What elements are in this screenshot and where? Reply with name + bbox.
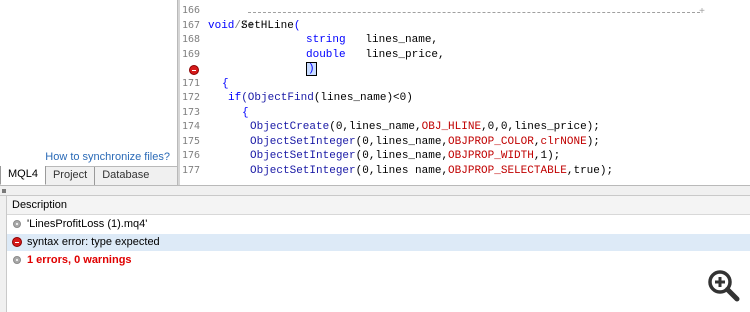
zoom-in-icon[interactable] (706, 268, 740, 302)
code-line-175: ObjectSetInteger(0,lines_name,OBJPROP_CO… (250, 135, 600, 150)
panel-grip[interactable] (0, 196, 7, 312)
keyword-if: if (228, 92, 242, 104)
constant: OBJPROP_COLOR (448, 135, 534, 148)
code-line-170: ) (306, 62, 317, 77)
row-text: syntax error: type expected (27, 236, 160, 248)
code-line-167: void SetHLine( (208, 19, 300, 34)
line-number: 174 (182, 121, 201, 132)
open-brace: { (222, 77, 229, 90)
error-marker-icon[interactable] (189, 65, 199, 75)
code-line-177: ObjectSetInteger(0,lines name,OBJPROP_SE… (250, 164, 613, 179)
line-number: 172 (182, 92, 201, 103)
error-list-row[interactable]: 'LinesProfitLoss (1).mq4' (7, 216, 750, 233)
code-text: ,true); (566, 164, 614, 177)
row-text: 1 errors, 0 warnings (27, 254, 132, 266)
row-text: 'LinesProfitLoss (1).mq4' (27, 218, 148, 230)
error-list-row[interactable]: 1 errors, 0 warnings (7, 252, 750, 269)
navigator-panel: How to synchronize files? MQL4 Project D… (0, 0, 177, 185)
code-text: ,0,0,lines_price); (481, 121, 600, 133)
code-text: (0,lines_name, (355, 135, 449, 148)
info-dot-icon (13, 256, 21, 264)
param-name: lines_price, (345, 48, 445, 61)
error-stop-icon (12, 237, 22, 247)
code-text: (0,lines_name, (329, 121, 422, 133)
description-column-header[interactable]: Description (7, 196, 750, 215)
function-call: ObjectCreate (250, 121, 330, 133)
line-number: 176 (182, 150, 201, 161)
type-double: double (306, 48, 346, 61)
horizontal-splitter[interactable] (0, 185, 750, 196)
errors-panel: Description 'LinesProfitLoss (1).mq4' sy… (0, 196, 750, 312)
constant: OBJPROP_SELECTABLE (448, 164, 567, 177)
code-line-173: { (242, 106, 249, 121)
code-line-172: if(ObjectFind(lines_name)<0) (228, 91, 413, 106)
function-call: ObjectSetInteger (250, 150, 356, 162)
comment-separator-end: + (699, 7, 706, 18)
type-string: string (306, 34, 346, 46)
tab-project[interactable]: Project (46, 167, 96, 185)
line-number-gutter: 166 167 168 169 171 172 173 174 175 176 … (180, 0, 208, 185)
code-line-169: double lines_price, (306, 48, 445, 63)
function-name: SetHLine (234, 19, 294, 32)
param-name: lines_name, (345, 34, 439, 46)
code-text: ); (586, 135, 600, 148)
line-number: 168 (182, 34, 201, 45)
line-number: 173 (182, 106, 201, 118)
open-brace: { (242, 106, 249, 119)
tab-database[interactable]: Database (95, 167, 156, 185)
line-number: 169 (182, 48, 201, 60)
splitter-grip-icon (2, 189, 6, 193)
code-line-171: { (222, 77, 229, 92)
function-call: ObjectSetInteger (250, 135, 356, 148)
constant: OBJ_HLINE (421, 121, 482, 133)
open-paren: ( (293, 19, 301, 32)
line-number: 171 (182, 77, 201, 89)
close-paren: ) (306, 62, 317, 76)
code-line-174: ObjectCreate(0,lines_name,OBJ_HLINE,0,0,… (250, 120, 600, 135)
info-dot-icon (13, 220, 21, 228)
line-number: 177 (182, 164, 201, 176)
constant: clrNONE (540, 135, 587, 148)
line-number: 175 (182, 135, 201, 147)
navigator-tabs: MQL4 Project Database (0, 166, 177, 185)
function-call: ObjectSetInteger (250, 164, 356, 177)
code-line-176: ObjectSetInteger(0,lines_name,OBJPROP_WI… (250, 149, 560, 164)
code-editor[interactable]: 166 167 168 169 171 172 173 174 175 176 … (180, 0, 750, 185)
sync-files-link[interactable]: How to synchronize files? (45, 151, 170, 163)
code-text: (lines_name)<0) (313, 92, 413, 104)
line-number: 166 (182, 5, 201, 16)
code-text: (0,lines_name, (355, 150, 449, 162)
function-call: (ObjectFind (241, 92, 314, 104)
code-text: ,1); (533, 150, 561, 162)
line-number: 167 (182, 19, 201, 31)
column-header-label: Description (12, 199, 68, 211)
keyword-void: void (208, 19, 235, 32)
constant: OBJPROP_WIDTH (448, 150, 534, 162)
code-text: (0,lines name, (355, 164, 449, 177)
tab-mql4[interactable]: MQL4 (0, 166, 46, 185)
comment-separator (248, 12, 700, 13)
error-list-row[interactable]: syntax error: type expected (7, 234, 750, 251)
code-line-168: string lines_name, (306, 33, 438, 48)
